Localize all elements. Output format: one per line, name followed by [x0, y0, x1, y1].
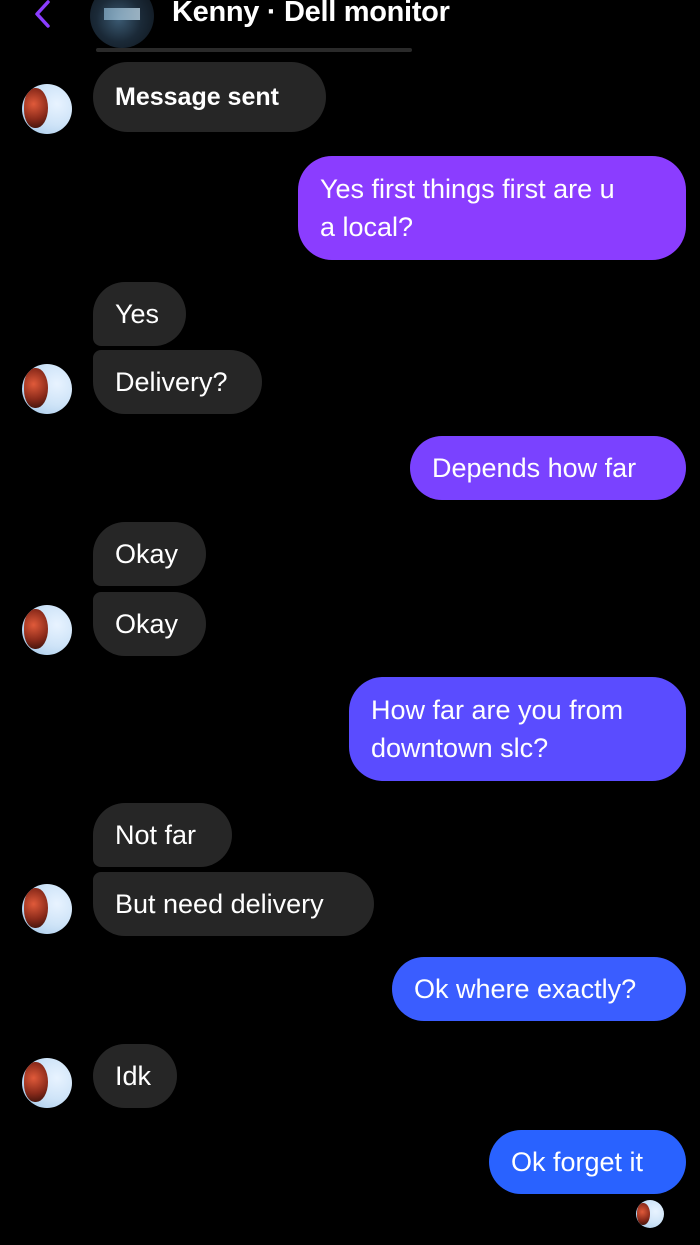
incoming-message[interactable]: Delivery? [93, 350, 262, 414]
header-divider [96, 48, 412, 52]
incoming-message[interactable]: Okay [93, 522, 206, 586]
listing-thumbnail[interactable] [90, 0, 154, 48]
avatar-photo [24, 888, 48, 928]
incoming-message[interactable]: But need delivery [93, 872, 374, 936]
avatar-photo [637, 1203, 650, 1225]
incoming-message[interactable]: Idk [93, 1044, 177, 1108]
avatar-photo [24, 609, 48, 649]
avatar-photo [24, 368, 48, 408]
avatar-photo [24, 1062, 48, 1102]
monitor-image [104, 8, 140, 20]
incoming-message[interactable]: Okay [93, 592, 206, 656]
outgoing-message[interactable]: Ok forget it [489, 1130, 686, 1194]
conversation-title[interactable]: Kenny · Dell monitor [172, 0, 450, 29]
avatar-photo [24, 88, 48, 128]
back-button[interactable] [28, 0, 58, 32]
contact-avatar[interactable] [22, 364, 72, 414]
incoming-message[interactable]: Not far [93, 803, 232, 867]
outgoing-message[interactable]: How far are you from downtown slc? [349, 677, 686, 781]
contact-avatar[interactable] [22, 884, 72, 934]
chat-header: Kenny · Dell monitor [0, 0, 700, 52]
outgoing-message[interactable]: Ok where exactly? [392, 957, 686, 1021]
contact-avatar[interactable] [22, 84, 72, 134]
read-receipt-avatar [636, 1200, 664, 1228]
contact-avatar[interactable] [22, 1058, 72, 1108]
outgoing-message[interactable]: Yes first things first are u a local? [298, 156, 686, 260]
chevron-left-icon [35, 0, 50, 28]
incoming-message[interactable]: Message sent [93, 62, 326, 132]
outgoing-message[interactable]: Depends how far [410, 436, 686, 500]
contact-avatar[interactable] [22, 605, 72, 655]
incoming-message[interactable]: Yes [93, 282, 186, 346]
